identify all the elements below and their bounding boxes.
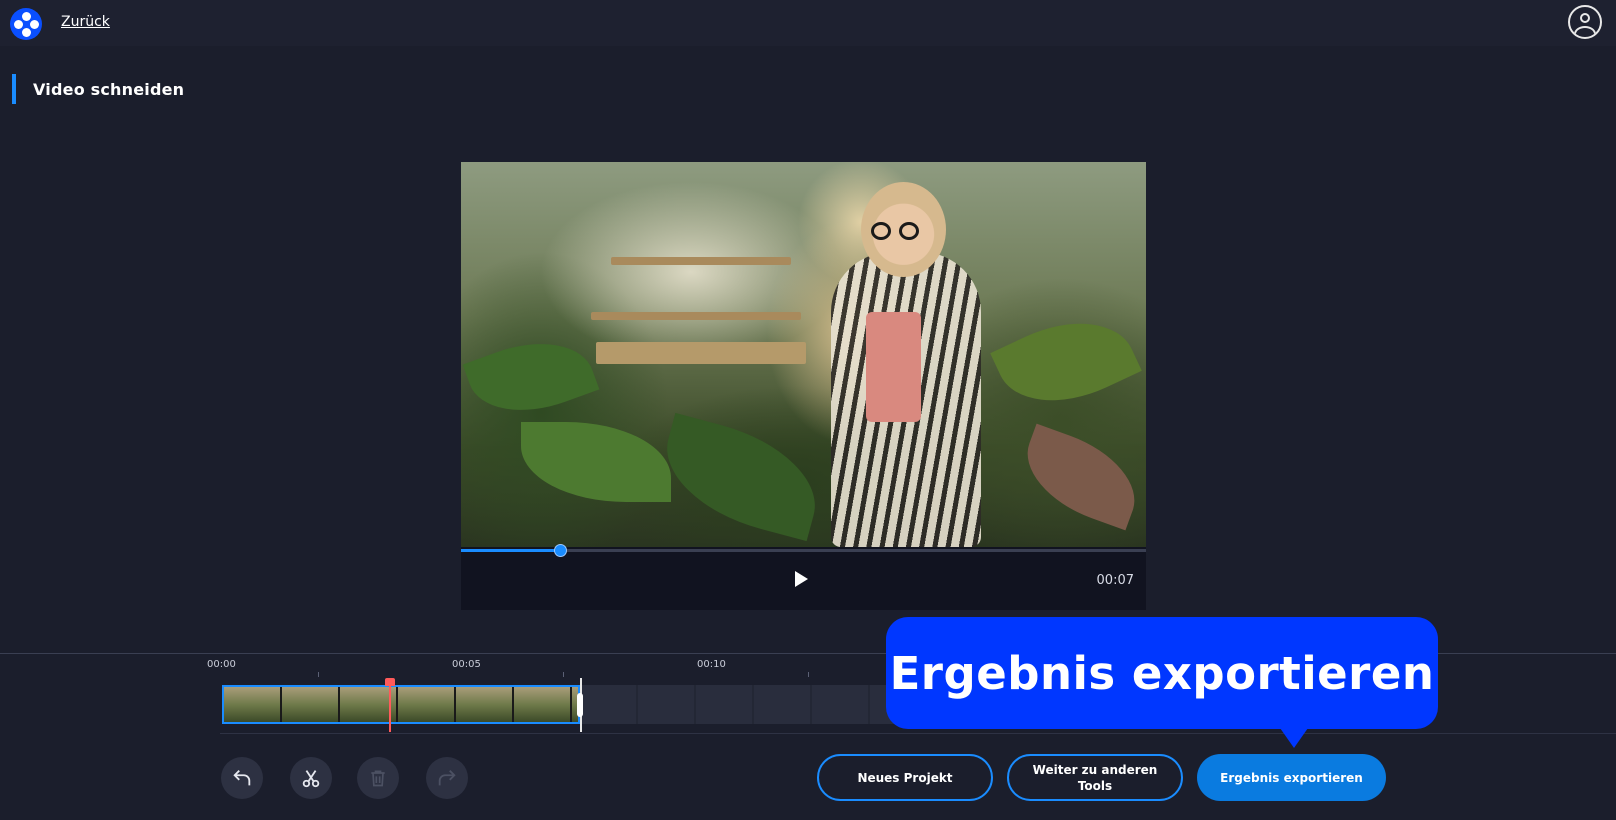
redo-icon xyxy=(438,770,456,786)
callout-pointer xyxy=(1280,728,1308,748)
timeline-clip[interactable] xyxy=(222,685,580,724)
page-title: Video schneiden xyxy=(33,80,185,99)
play-icon[interactable] xyxy=(795,571,808,587)
callout-text: Ergebnis exportieren xyxy=(889,646,1435,700)
video-progress-fill xyxy=(461,549,561,552)
other-tools-button[interactable]: Weiter zu anderen Tools xyxy=(1007,754,1183,801)
new-project-button[interactable]: Neues Projekt xyxy=(817,754,993,801)
undo-icon xyxy=(233,770,251,786)
title-accent-bar xyxy=(12,74,16,104)
scissors-icon xyxy=(302,770,320,788)
ruler-tick xyxy=(808,672,809,677)
ruler-label: 00:10 xyxy=(697,659,726,670)
clip-trim-handle[interactable] xyxy=(577,693,583,717)
top-bar: Zurück xyxy=(0,0,1616,46)
account-icon[interactable] xyxy=(1568,5,1602,39)
ruler-label: 00:05 xyxy=(452,659,481,670)
video-progress-thumb[interactable] xyxy=(554,544,568,557)
redo-button[interactable] xyxy=(426,757,468,799)
playhead[interactable] xyxy=(389,679,391,732)
timeline-trimmed-area[interactable] xyxy=(580,685,905,724)
cut-button[interactable] xyxy=(290,757,332,799)
current-time: 00:07 xyxy=(1096,573,1134,588)
trash-icon xyxy=(371,770,385,787)
ruler-label: 00:00 xyxy=(207,659,236,670)
export-button[interactable]: Ergebnis exportieren xyxy=(1197,754,1386,801)
ruler-tick xyxy=(318,672,319,677)
export-callout: Ergebnis exportieren xyxy=(886,617,1438,729)
undo-button[interactable] xyxy=(221,757,263,799)
video-progress-bar[interactable] xyxy=(461,544,1146,557)
delete-button[interactable] xyxy=(357,757,399,799)
video-player: 00:07 xyxy=(461,162,1146,610)
video-frame[interactable] xyxy=(461,162,1146,547)
timeline-bottom-line xyxy=(220,733,1616,734)
back-link[interactable]: Zurück xyxy=(61,14,110,30)
ruler-tick xyxy=(563,672,564,677)
app-logo-icon[interactable] xyxy=(10,8,42,40)
